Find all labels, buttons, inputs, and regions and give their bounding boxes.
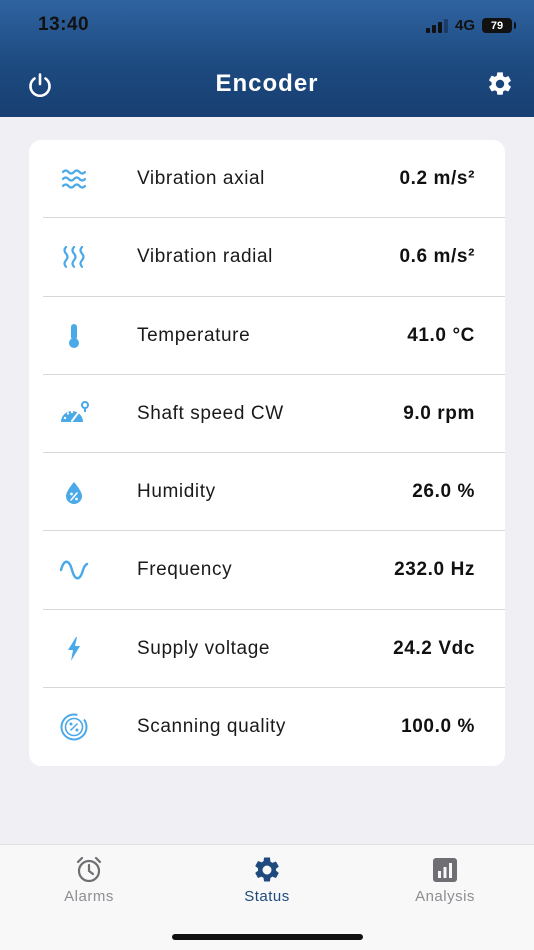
app-header: 13:40 4G 79 Encoder xyxy=(0,0,534,117)
list-item: Frequency 232.0 Hz xyxy=(29,531,505,610)
lightning-icon xyxy=(68,636,80,661)
list-item: Scanning quality 100.0 % xyxy=(29,688,505,766)
home-indicator[interactable] xyxy=(172,934,363,940)
sine-wave-icon xyxy=(59,560,89,580)
tab-status[interactable]: Status xyxy=(207,855,327,911)
measurement-value: 9.0 rpm xyxy=(403,402,475,424)
measurement-label: Vibration axial xyxy=(137,168,266,190)
tab-label: Alarms xyxy=(64,888,114,905)
gear-icon xyxy=(489,72,511,95)
humidity-drop-icon xyxy=(66,482,82,505)
measurement-label: Vibration radial xyxy=(137,246,273,268)
measurement-value: 0.2 m/s² xyxy=(399,168,475,190)
measurement-value: 41.0 °C xyxy=(407,324,475,346)
measurement-label: Supply voltage xyxy=(137,637,271,659)
tab-alarms[interactable]: Alarms xyxy=(29,855,149,911)
measurement-label: Humidity xyxy=(137,481,216,503)
speedometer-icon xyxy=(61,400,89,422)
bar-chart-icon xyxy=(433,858,457,882)
list-item: Temperature 41.0 °C xyxy=(29,297,505,375)
vibration-axial-icon xyxy=(61,169,87,189)
tab-label: Status xyxy=(244,888,290,905)
status-time: 13:40 xyxy=(38,14,90,35)
list-item: Vibration radial 0.6 m/s² xyxy=(29,218,505,297)
battery-level: 79 xyxy=(490,19,504,32)
settings-button[interactable] xyxy=(486,70,514,98)
gear-icon xyxy=(255,857,279,882)
page-title: Encoder xyxy=(215,70,319,97)
measurement-label: Scanning quality xyxy=(137,715,287,737)
cell-signal-icon xyxy=(425,18,448,33)
thermometer-icon xyxy=(69,323,79,348)
tab-label: Analysis xyxy=(415,888,475,905)
network-type: 4G xyxy=(454,17,475,34)
tab-analysis[interactable]: Analysis xyxy=(385,855,505,911)
list-item: Supply voltage 24.2 Vdc xyxy=(29,610,505,688)
measurement-label: Temperature xyxy=(137,324,251,346)
status-indicators: 4G 79 xyxy=(425,17,516,34)
battery-icon: 79 xyxy=(482,18,516,33)
measurement-card: Vibration axial 0.2 m/s² Vibration radia… xyxy=(29,140,505,766)
measurement-value: 26.0 % xyxy=(412,481,475,503)
list-item: Humidity 26.0 % xyxy=(29,453,505,532)
measurement-value: 232.0 Hz xyxy=(394,559,475,581)
alarm-clock-icon xyxy=(76,856,102,883)
measurement-value: 24.2 Vdc xyxy=(393,637,475,659)
list-item: Vibration axial 0.2 m/s² xyxy=(29,140,505,219)
measurement-value: 0.6 m/s² xyxy=(399,246,475,268)
measurement-label: Frequency xyxy=(137,559,233,581)
vibration-radial-icon xyxy=(63,246,85,269)
measurement-label: Shaft speed CW xyxy=(137,402,284,424)
percent-gauge-icon xyxy=(60,713,88,741)
list-item: Shaft speed CW 9.0 rpm xyxy=(29,375,505,453)
measurement-value: 100.0 % xyxy=(401,715,475,737)
